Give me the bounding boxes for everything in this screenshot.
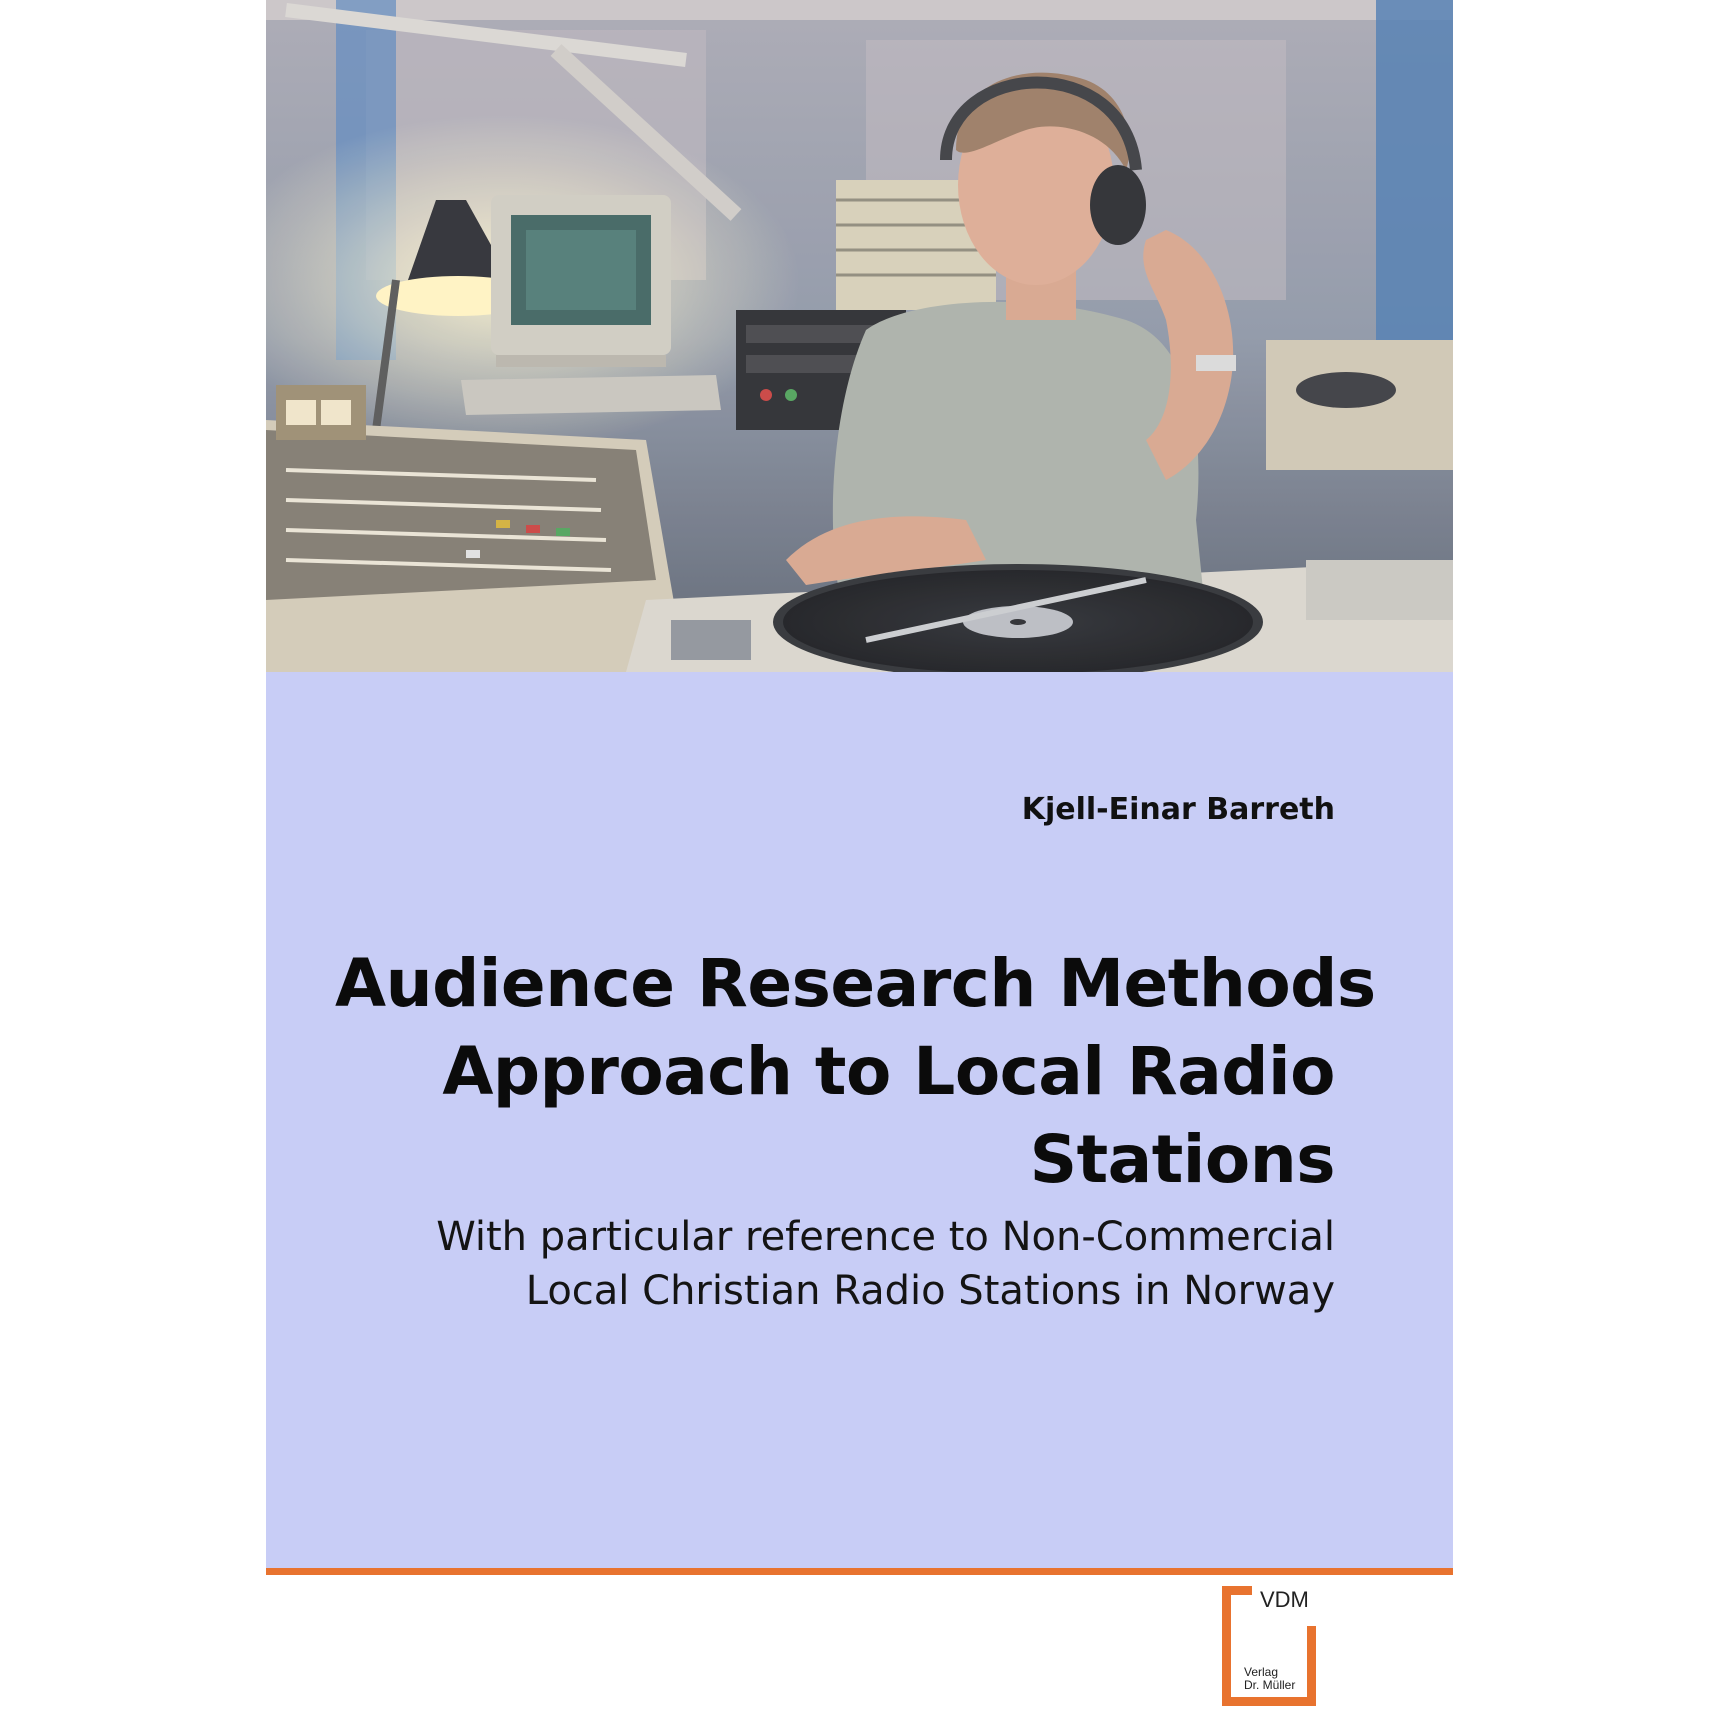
publisher-logo: VDM Verlag Dr. Müller [1222,1586,1316,1706]
subtitle-line: With particular reference to Non-Commerc… [436,1214,1335,1260]
title-line: Approach to Local Radio [442,1033,1335,1110]
publisher-line-2: Dr. Müller [1244,1678,1296,1692]
logo-frame-right [1307,1626,1316,1706]
author-name: Kjell-Einar Barreth [1021,792,1335,827]
accent-rule [266,1568,1453,1575]
publisher-brand: VDM [1260,1587,1309,1612]
book-title: Audience Research Methods Approach to Lo… [335,940,1376,1204]
cover-photo-radio-studio [266,0,1453,672]
book-subtitle: With particular reference to Non-Commerc… [335,1210,1335,1318]
book-cover: Kjell-Einar Barreth Audience Research Me… [266,0,1453,1713]
logo-frame-top [1222,1586,1252,1595]
subtitle-line: Local Christian Radio Stations in Norway [525,1268,1335,1314]
title-line: Stations [1029,1121,1336,1198]
title-panel: Kjell-Einar Barreth Audience Research Me… [266,672,1453,1568]
title-line: Audience Research Methods [335,945,1376,1022]
